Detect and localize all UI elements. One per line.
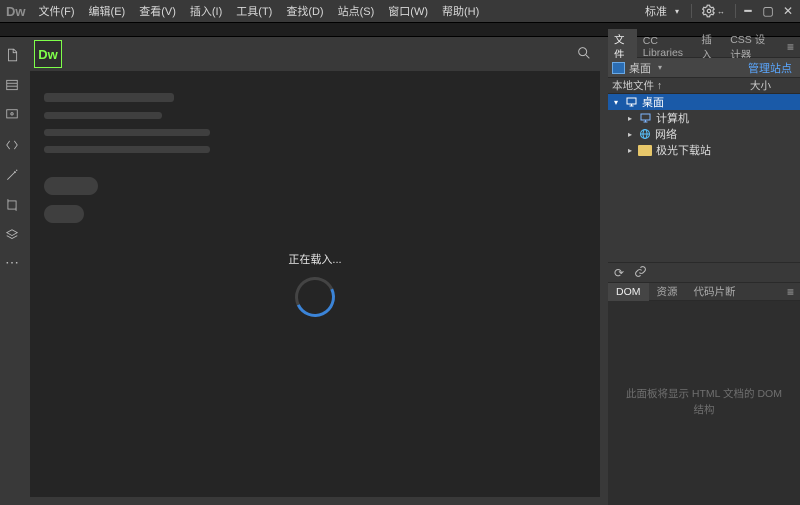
- start-header: Dw: [24, 37, 608, 71]
- tree-label: 计算机: [656, 110, 689, 126]
- disclosure-closed-icon[interactable]: ▸: [626, 114, 634, 123]
- code-icon[interactable]: [4, 137, 20, 153]
- disclosure-closed-icon[interactable]: ▸: [626, 130, 634, 139]
- file-icon[interactable]: [4, 47, 20, 63]
- tool-rail: ⋯: [0, 37, 24, 505]
- network-icon: [638, 128, 651, 140]
- menu-find[interactable]: 查找(D): [279, 0, 330, 22]
- start-viewport: 正在载入...: [30, 71, 600, 497]
- loading-indicator: 正在载入...: [30, 71, 600, 497]
- dom-panel-body: 此面板将显示 HTML 文档的 DOM 结构: [608, 301, 800, 505]
- panel-menu-icon[interactable]: ≡: [781, 40, 800, 54]
- folder-icon: [638, 145, 652, 156]
- menu-help[interactable]: 帮助(H): [435, 0, 486, 22]
- column-localfiles[interactable]: 本地文件 ↑: [608, 78, 746, 93]
- tab-snippets[interactable]: 代码片断: [686, 281, 744, 302]
- menubar: Dw 文件(F) 编辑(E) 查看(V) 插入(I) 工具(T) 查找(D) 站…: [0, 0, 800, 22]
- manage-sites-link[interactable]: 管理站点: [748, 60, 796, 76]
- refresh-icon[interactable]: ⟳: [614, 266, 624, 280]
- site-selector[interactable]: 桌面 ▾ 管理站点: [608, 58, 800, 78]
- dw-brand-icon: Dw: [34, 40, 62, 68]
- tab-assets[interactable]: 资源: [649, 281, 686, 302]
- preview-icon[interactable]: [4, 107, 20, 123]
- site-icon: [612, 62, 625, 74]
- desktop-icon: [624, 96, 638, 108]
- tree-item-computer[interactable]: ▸ 计算机: [608, 110, 800, 126]
- computer-icon: [638, 112, 652, 124]
- wand-icon[interactable]: [4, 167, 20, 183]
- minimize-button[interactable]: ━: [740, 4, 756, 18]
- tree-item-network[interactable]: ▸ 网络: [608, 126, 800, 142]
- maximize-button[interactable]: ▢: [760, 4, 776, 18]
- files-panel-footer: ⟳: [608, 262, 800, 282]
- column-size[interactable]: 大小: [746, 78, 800, 93]
- transform-icon[interactable]: [4, 197, 20, 213]
- spinner-icon: [289, 271, 340, 322]
- menu-insert[interactable]: 插入(I): [183, 0, 229, 22]
- right-panels: 文件 CC Libraries 插入 CSS 设计器 ≡ 桌面 ▾ 管理站点 本…: [608, 37, 800, 505]
- site-name: 桌面: [629, 60, 651, 76]
- loading-text: 正在载入...: [288, 251, 341, 267]
- list-icon[interactable]: [4, 77, 20, 93]
- link-icon[interactable]: [634, 265, 647, 281]
- workspace-switcher[interactable]: 标准: [641, 3, 671, 19]
- tree-label: 网络: [655, 126, 677, 142]
- menu-tools[interactable]: 工具(T): [229, 0, 279, 22]
- more-tools-icon[interactable]: ⋯: [5, 257, 19, 267]
- search-button[interactable]: [576, 45, 592, 64]
- files-tree: ▾ 桌面 ▸ 计算机 ▸ 网络 ▸ 极光下载站: [608, 94, 800, 262]
- editor-area: Dw 正在载入...: [24, 37, 608, 505]
- menu-site[interactable]: 站点(S): [331, 0, 382, 22]
- panel-menu-icon[interactable]: ≡: [781, 285, 800, 299]
- tree-label: 极光下载站: [656, 142, 711, 158]
- tree-item-folder[interactable]: ▸ 极光下载站: [608, 142, 800, 158]
- menu-window[interactable]: 窗口(W): [381, 0, 435, 22]
- menu-view[interactable]: 查看(V): [132, 0, 183, 22]
- chevron-down-icon: ▾: [655, 63, 665, 72]
- disclosure-closed-icon[interactable]: ▸: [626, 146, 634, 155]
- layers-icon[interactable]: [4, 227, 20, 243]
- tree-label: 桌面: [642, 94, 664, 110]
- menu-file[interactable]: 文件(F): [32, 0, 82, 22]
- files-panel-tabs: 文件 CC Libraries 插入 CSS 设计器 ≡: [608, 37, 800, 58]
- app-logo: Dw: [4, 4, 32, 19]
- files-columns-header: 本地文件 ↑ 大小: [608, 78, 800, 94]
- dom-panel-tabs: DOM 资源 代码片断 ≡: [608, 282, 800, 301]
- sync-settings-button[interactable]: ↔: [696, 4, 731, 18]
- tab-dom[interactable]: DOM: [608, 283, 649, 301]
- menu-edit[interactable]: 编辑(E): [82, 0, 133, 22]
- tree-root-desktop[interactable]: ▾ 桌面: [608, 94, 800, 110]
- dom-placeholder-text: 此面板将显示 HTML 文档的 DOM 结构: [622, 387, 786, 419]
- close-button[interactable]: ✕: [780, 4, 796, 18]
- chevron-down-icon: ▾: [675, 7, 687, 16]
- disclosure-open-icon[interactable]: ▾: [612, 98, 620, 107]
